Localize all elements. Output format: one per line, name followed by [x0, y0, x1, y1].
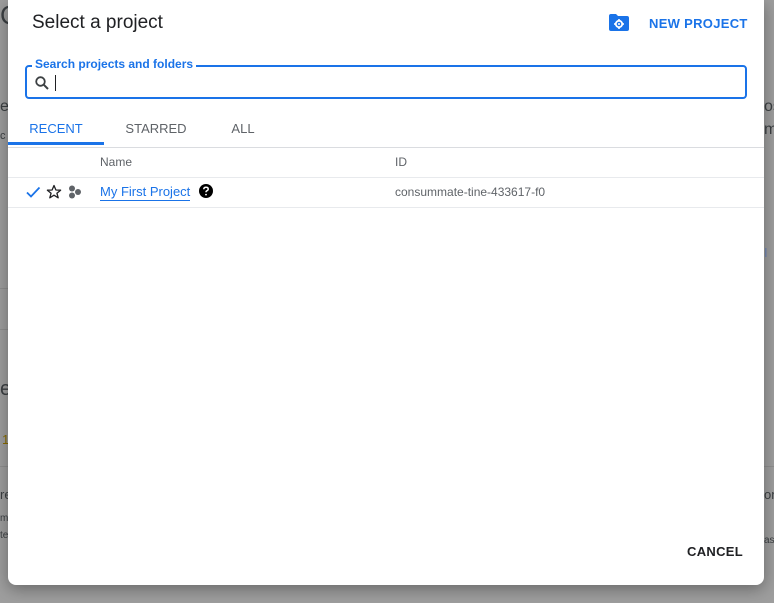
star-outline-icon[interactable] [46, 184, 62, 200]
tab-recent[interactable]: RECENT [8, 112, 104, 145]
dialog-title: Select a project [32, 12, 163, 33]
search-input[interactable]: Search projects and folders [25, 57, 747, 99]
background-divider [0, 288, 8, 289]
project-name-link[interactable]: My First Project [100, 184, 191, 201]
column-header-name[interactable]: Name [100, 155, 132, 169]
tab-starred[interactable]: STARRED [112, 112, 200, 145]
tab-all[interactable]: ALL [208, 112, 278, 145]
active-tab-indicator [8, 142, 104, 145]
project-tabs: RECENT STARRED ALL [8, 112, 764, 148]
check-icon [25, 184, 41, 200]
select-project-dialog: Select a project NEW PROJECT Search proj… [8, 0, 764, 585]
search-label: Search projects and folders [32, 57, 197, 71]
column-header-id[interactable]: ID [395, 155, 407, 169]
background-page-text: m [764, 121, 774, 138]
background-page-text: as [764, 535, 774, 546]
background-page-text: c [0, 130, 6, 142]
search-icon [34, 75, 50, 91]
background-page-text: on [764, 487, 774, 502]
manage-folders-icon[interactable] [608, 13, 630, 32]
background-divider [0, 466, 8, 467]
background-page-text: os [764, 98, 774, 115]
background-divider [764, 466, 774, 467]
new-project-button[interactable]: NEW PROJECT [649, 16, 748, 31]
help-icon[interactable] [199, 184, 213, 198]
project-hexagons-icon [67, 184, 83, 200]
project-id: consummate-tine-433617-f0 [395, 185, 546, 199]
background-page-text: I [764, 245, 768, 260]
table-row[interactable]: My First Project consummate-tine-433617-… [8, 177, 764, 208]
text-cursor [55, 75, 56, 91]
cancel-button[interactable]: CANCEL [687, 544, 743, 559]
background-divider [0, 329, 8, 330]
